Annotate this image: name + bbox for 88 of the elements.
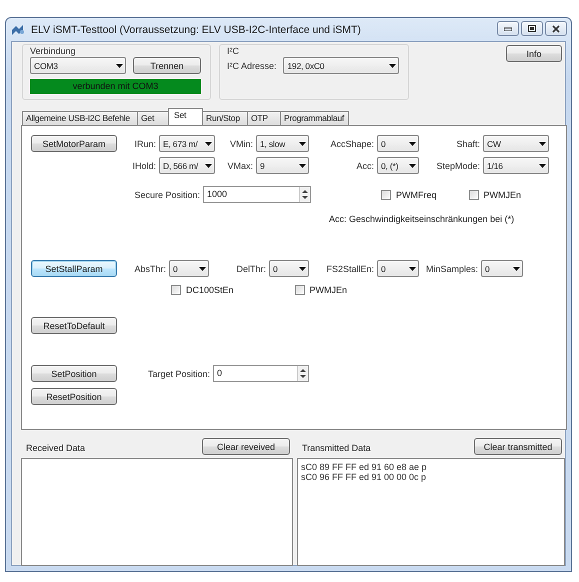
field-label: Shaft: bbox=[455, 138, 481, 148]
close-button[interactable] bbox=[545, 21, 567, 36]
caret-icon bbox=[299, 266, 306, 270]
caret-icon bbox=[539, 164, 546, 168]
group-label: I²C bbox=[227, 46, 239, 57]
dropdown[interactable]: 0 bbox=[377, 135, 419, 152]
button[interactable]: ResetToDefault bbox=[31, 317, 117, 334]
field-label: VMax: bbox=[226, 160, 254, 170]
checkbox-label[interactable]: PWMJEn bbox=[484, 190, 522, 200]
dropdown[interactable]: 0 bbox=[481, 260, 523, 277]
field-label: StepMode: bbox=[435, 160, 481, 170]
dropdown[interactable]: 0, (*) bbox=[377, 157, 419, 174]
checkbox-label[interactable]: PWMFreq bbox=[396, 190, 436, 200]
caret-icon bbox=[199, 266, 206, 270]
dropdown[interactable]: 192, 0xC0 bbox=[283, 57, 399, 74]
field-label: I²C Adresse: bbox=[227, 60, 278, 70]
dropdown[interactable]: 9 bbox=[256, 157, 309, 174]
button[interactable]: SetStallParam bbox=[31, 260, 117, 277]
field-label: AbsThr: bbox=[133, 264, 167, 274]
section-label: Received Data bbox=[25, 442, 86, 453]
transmitted-text-area[interactable]: sC0 89 FF FF ed 91 60 e8 ae p sC0 96 FF FF ed 91 00 00 0c p bbox=[296, 458, 565, 566]
dropdown[interactable]: COM3 bbox=[30, 57, 126, 74]
minimize-button[interactable] bbox=[497, 21, 519, 36]
checkbox[interactable] bbox=[171, 285, 181, 295]
field-label: IRun: bbox=[133, 138, 157, 148]
caret-icon bbox=[539, 142, 546, 146]
checkbox[interactable] bbox=[468, 190, 478, 200]
checkbox[interactable] bbox=[381, 190, 391, 200]
app-icon bbox=[11, 24, 25, 35]
field-label: MinSamples: bbox=[424, 264, 479, 274]
field-label: AccShape: bbox=[329, 138, 375, 148]
window-title: ELV iSMT-Testtool (Vorraussetzung: ELV USB-I2C-Interface und iSMT) bbox=[31, 24, 361, 36]
spinner-icon[interactable] bbox=[297, 366, 308, 381]
button[interactable]: Info bbox=[506, 45, 562, 62]
received-text-area[interactable] bbox=[21, 458, 293, 566]
caret-icon bbox=[205, 142, 212, 146]
maximize-button[interactable] bbox=[521, 21, 543, 36]
checkbox-label[interactable]: PWMJEn bbox=[310, 285, 348, 295]
field-label: IHold: bbox=[131, 160, 157, 170]
button[interactable]: Trennen bbox=[133, 57, 201, 74]
field-label: DelThr: bbox=[235, 264, 267, 274]
maximize-icon bbox=[528, 25, 536, 32]
dropdown[interactable]: 0 bbox=[269, 260, 309, 277]
tab[interactable]: Set bbox=[168, 108, 203, 125]
dropdown[interactable]: CW bbox=[483, 135, 549, 152]
number-field[interactable]: 1000 bbox=[203, 186, 311, 203]
button[interactable]: SetPosition bbox=[31, 365, 117, 382]
field-label: Target Position: bbox=[146, 368, 211, 378]
caret-icon bbox=[299, 142, 306, 146]
button[interactable]: Clear reveived bbox=[202, 438, 290, 455]
dropdown[interactable]: 1, slow bbox=[256, 135, 309, 152]
caret-icon bbox=[205, 164, 212, 168]
dropdown[interactable]: E, 673 m/ bbox=[159, 135, 215, 152]
dropdown[interactable]: 0 bbox=[377, 260, 419, 277]
section-label: Transmitted Data bbox=[300, 442, 371, 453]
field-label: FS2StallEn: bbox=[325, 264, 375, 274]
tab[interactable]: Programmablauf bbox=[280, 111, 349, 125]
checkbox[interactable] bbox=[294, 285, 305, 295]
field-label: Acc: bbox=[355, 160, 375, 170]
dropdown[interactable]: 1/16 bbox=[483, 157, 549, 174]
button[interactable]: SetMotorParam bbox=[31, 135, 117, 152]
caret-icon bbox=[116, 64, 123, 68]
tab[interactable]: OTP bbox=[247, 111, 281, 125]
caret-icon bbox=[389, 64, 396, 68]
tab[interactable]: Run/Stop bbox=[202, 111, 248, 125]
field-label: Secure Position: bbox=[133, 190, 201, 200]
caret-icon bbox=[299, 164, 306, 168]
group-label: Verbindung bbox=[30, 46, 76, 57]
tab[interactable]: Get bbox=[137, 111, 170, 125]
data-line: sC0 96 FF FF ed 91 00 00 0c p bbox=[300, 472, 428, 482]
dropdown[interactable]: D, 566 m/ bbox=[159, 157, 215, 174]
caret-icon bbox=[409, 164, 416, 168]
dropdown[interactable]: 0 bbox=[169, 260, 209, 277]
caret-icon bbox=[409, 266, 416, 270]
caret-icon bbox=[409, 142, 416, 146]
checkbox-label[interactable]: DC100StEn bbox=[186, 285, 234, 295]
tab[interactable]: Allgemeine USB-I2C Befehle bbox=[22, 111, 138, 125]
data-line: sC0 89 FF FF ed 91 60 e8 ae p bbox=[300, 462, 428, 472]
button[interactable]: Clear transmitted bbox=[474, 438, 562, 455]
field-label: VMin: bbox=[228, 138, 254, 148]
status-bar: verbunden mit COM3 bbox=[30, 79, 201, 94]
caret-icon bbox=[513, 266, 520, 270]
spinner-icon[interactable] bbox=[299, 187, 310, 202]
minimize-icon bbox=[504, 26, 512, 30]
note-text: Acc: Geschwindigkeitseinschränkungen bei (*) bbox=[329, 214, 516, 224]
number-field[interactable]: 0 bbox=[213, 365, 309, 382]
close-icon bbox=[552, 24, 560, 32]
button[interactable]: ResetPosition bbox=[31, 388, 117, 405]
